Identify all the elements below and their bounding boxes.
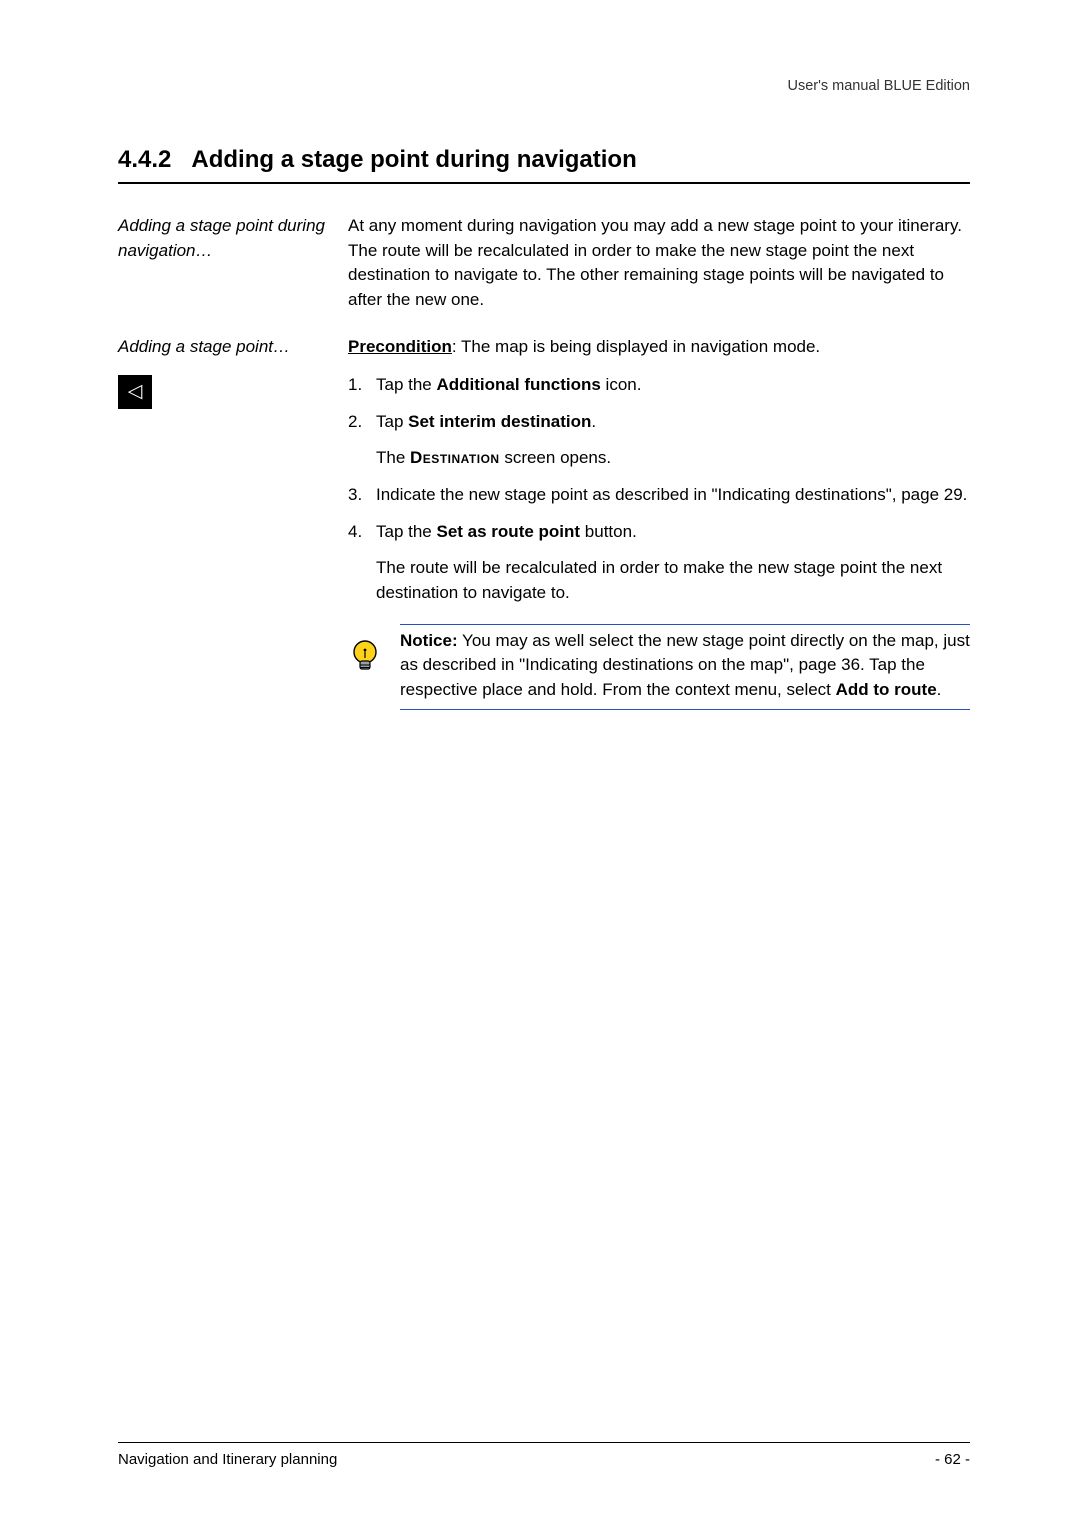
notice-label: Notice: xyxy=(400,631,458,650)
notice-body-b: Add to route xyxy=(836,680,937,699)
step-1-text-b: Additional functions xyxy=(437,375,601,394)
step-2-sub-a: The xyxy=(376,448,410,467)
intro-paragraph: At any moment during navigation you may … xyxy=(348,214,970,313)
step-1-text-a: Tap the xyxy=(376,375,437,394)
step-1-text-c: icon. xyxy=(601,375,642,394)
side-label-adding-stage-point: Adding a stage point… xyxy=(118,335,348,360)
section-number: 4.4.2 xyxy=(118,146,171,173)
precondition-line: Precondition: The map is being displayed… xyxy=(348,335,970,360)
step-2-text-c: . xyxy=(591,412,596,431)
back-triangle-icon: ◁ xyxy=(118,375,152,409)
lightbulb-icon xyxy=(348,624,382,678)
step-2-sub-c: screen opens. xyxy=(500,448,612,467)
header-right-text: User's manual BLUE Edition xyxy=(118,78,970,94)
step-2-text: Tap Set interim destination. xyxy=(376,410,970,435)
section-heading: 4.4.2 Adding a stage point during naviga… xyxy=(118,146,970,184)
step-4-text-b: Set as route point xyxy=(437,522,581,541)
footer-right: - 62 - xyxy=(935,1451,970,1468)
precondition-text: : The map is being displayed in navigati… xyxy=(452,337,820,356)
step-3-number: 3. xyxy=(348,483,376,508)
step-1-number: 1. xyxy=(348,373,376,398)
step-2-sub-b: Destination xyxy=(410,448,500,467)
step-3-text: Indicate the new stage point as describe… xyxy=(376,483,970,508)
step-2-subtext: The Destination screen opens. xyxy=(376,446,970,471)
side-label-adding-during-nav: Adding a stage point during navigation… xyxy=(118,214,348,263)
step-2-number: 2. xyxy=(348,410,376,435)
notice-body-c: . xyxy=(937,680,942,699)
step-4-text-c: button. xyxy=(580,522,637,541)
step-2-text-b: Set interim destination xyxy=(408,412,591,431)
step-2-text-a: Tap xyxy=(376,412,408,431)
precondition-label: Precondition xyxy=(348,337,452,356)
step-4-number: 4. xyxy=(348,520,376,545)
section-title-text: Adding a stage point during navigation xyxy=(191,146,636,173)
step-4-text-a: Tap the xyxy=(376,522,437,541)
step-4-text: Tap the Set as route point button. xyxy=(376,520,970,545)
step-4-subtext: The route will be recalculated in order … xyxy=(376,556,970,605)
step-1-text: Tap the Additional functions icon. xyxy=(376,373,970,398)
footer-left: Navigation and Itinerary planning xyxy=(118,1451,337,1468)
notice-text: Notice: You may as well select the new s… xyxy=(400,624,970,710)
